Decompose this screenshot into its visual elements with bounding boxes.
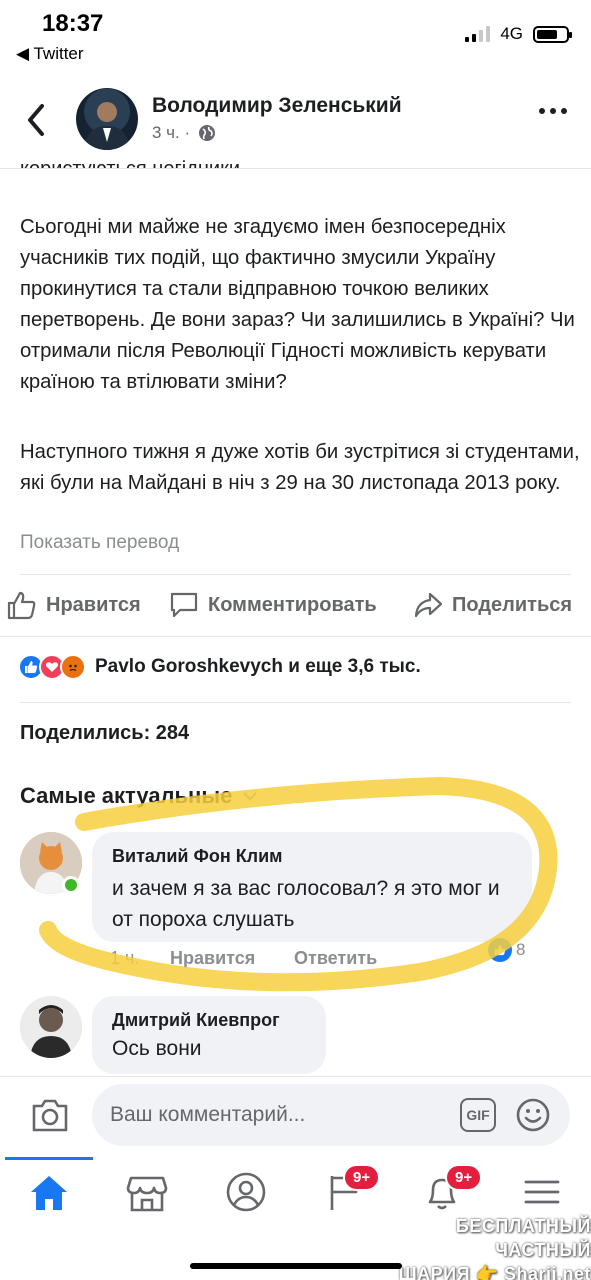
back-to-app-link[interactable]: ◀ Twitter (16, 44, 84, 64)
status-indicators: 4G (465, 24, 572, 44)
signal-icon (465, 26, 491, 42)
post-paragraph: Сьогодні ми майже не згадуємо імен безпо… (20, 216, 575, 393)
chevron-down-icon (243, 792, 258, 801)
comment-bubble[interactable] (92, 996, 326, 1074)
post-paragraph: Наступного тижня я дуже хотів би зустріт… (20, 441, 580, 494)
share-arrow-icon (414, 592, 443, 618)
home-gesture-bar[interactable] (190, 1263, 402, 1269)
like-label: Нравится (46, 593, 141, 616)
more-options-icon[interactable] (539, 108, 567, 114)
battery-icon (533, 25, 572, 43)
active-tab-indicator (5, 1157, 93, 1160)
comment-reaction-count[interactable]: 8 (488, 938, 525, 962)
comment-author[interactable]: Дмитрий Киевпрог (112, 1010, 280, 1031)
emoji-icon[interactable] (515, 1097, 551, 1133)
sort-label-text: Самые актуальные (20, 783, 233, 808)
comment-reply-button[interactable]: Ответить (294, 948, 377, 969)
thumbs-up-icon (7, 591, 36, 620)
comment-text: Ось вони (112, 1037, 202, 1060)
online-status-dot (62, 876, 80, 894)
show-translation-link[interactable]: Показать перевод (20, 532, 179, 554)
status-time: 18:37 (42, 10, 104, 37)
divider (20, 702, 571, 703)
marketplace-icon[interactable] (125, 1170, 169, 1214)
angry-reaction-icon (60, 654, 86, 680)
header-divider (0, 168, 591, 169)
comment-sort-dropdown[interactable]: Самые актуальные (20, 783, 258, 809)
shares-count[interactable]: Поделились: 284 (20, 722, 189, 745)
reaction-count-text: 8 (516, 940, 526, 959)
gif-button[interactable]: GIF (460, 1098, 496, 1132)
post-time-text: 3 ч. · (152, 123, 191, 142)
comment-input[interactable] (92, 1084, 570, 1146)
comment-bubble-icon (170, 592, 198, 618)
comment-like-button[interactable]: Нравится (170, 948, 255, 969)
comment-button[interactable]: Комментировать (168, 590, 377, 620)
menu-icon[interactable] (520, 1170, 564, 1214)
person-silhouette-icon (84, 102, 130, 150)
globe-icon (199, 125, 216, 141)
like-button[interactable]: Нравится (6, 590, 141, 620)
post-timestamp: 3 ч. · (152, 123, 216, 143)
divider (20, 574, 571, 575)
pages-badge: 9+ (343, 1164, 381, 1191)
like-reaction-icon (488, 938, 512, 962)
back-chevron-icon[interactable] (22, 100, 50, 140)
camera-icon[interactable] (30, 1096, 70, 1134)
post-text-cut-line: користуються негідники. (20, 158, 246, 169)
watermark-line: БЕСПЛАТНЫЙ ЧАСТНЫЙ (455, 1216, 591, 1260)
divider (0, 636, 591, 637)
commenter-avatar[interactable] (20, 996, 82, 1058)
page-name[interactable]: Володимир Зеленський (152, 94, 402, 118)
share-label: Поделиться (452, 593, 573, 616)
comment-text: и зачем я за вас голосовал? я это мог и … (112, 877, 500, 931)
comment-time: 1 ч. (110, 948, 140, 968)
network-type: 4G (500, 24, 523, 43)
comment-label: Комментировать (208, 593, 377, 616)
home-icon[interactable] (27, 1170, 71, 1214)
profile-icon[interactable] (224, 1170, 268, 1214)
comment-author[interactable]: Виталий Фон Клим (112, 846, 283, 867)
notifications-badge: 9+ (445, 1164, 483, 1191)
watermark: БЕСПЛАТНЫЙ ЧАСТНЫЙ ШАРИЯ 👉 Sharij.net (356, 1214, 591, 1280)
reactions-summary[interactable]: Pavlo Goroshkevych и еще 3,6 тыс. (18, 654, 421, 680)
person-avatar-icon (20, 996, 82, 1058)
share-button[interactable]: Поделиться (412, 590, 572, 620)
reactions-text[interactable]: Pavlo Goroshkevych и еще 3,6 тыс. (95, 656, 421, 678)
page-avatar[interactable] (76, 88, 138, 150)
